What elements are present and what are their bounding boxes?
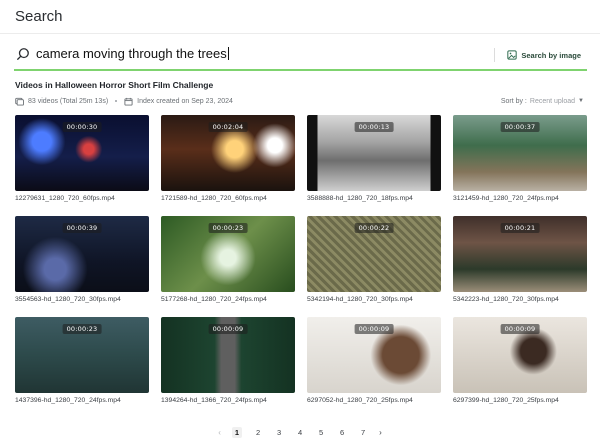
video-filename: 5177268-hd_1280_720_24fps.mp4 <box>161 296 267 303</box>
prev-page-button[interactable]: ‹ <box>218 428 221 437</box>
video-filename: 5342194-hd_1280_720_30fps.mp4 <box>307 296 413 303</box>
duration-badge: 00:00:09 <box>208 324 248 334</box>
video-thumbnail[interactable]: 00:00:09 <box>453 317 587 393</box>
page-header: Search <box>0 0 600 34</box>
video-filename: 6297399-hd_1280_720_25fps.mp4 <box>453 397 559 404</box>
duration-badge: 00:00:23 <box>208 223 248 233</box>
page-3-button[interactable]: 3 <box>274 428 284 437</box>
video-filename: 1394264-hd_1366_720_24fps.mp4 <box>161 397 267 404</box>
video-card[interactable]: 00:02:04 1721589-hd_1280_720_60fps.mp4 <box>161 115 295 202</box>
image-search-icon <box>507 50 518 60</box>
search-icon <box>17 48 29 60</box>
sort-value: Recent upload <box>529 97 576 105</box>
video-thumbnail[interactable]: 00:00:30 <box>15 115 149 191</box>
video-card[interactable]: 00:00:09 1394264-hd_1366_720_24fps.mp4 <box>161 317 295 404</box>
video-thumbnail[interactable]: 00:00:09 <box>161 317 295 393</box>
video-card[interactable]: 00:00:30 12279631_1280_720_60fps.mp4 <box>15 115 149 202</box>
duration-badge: 00:00:22 <box>354 223 394 233</box>
calendar-icon <box>124 97 133 106</box>
video-filename: 3121459-hd_1280_720_24fps.mp4 <box>453 195 559 202</box>
video-thumbnail[interactable]: 00:00:23 <box>161 216 295 292</box>
video-thumbnail[interactable]: 00:00:22 <box>307 216 441 292</box>
search-input[interactable]: camera moving through the trees <box>36 46 229 61</box>
video-card[interactable]: 00:00:39 3554563-hd_1280_720_30fps.mp4 <box>15 216 149 303</box>
duration-badge: 00:02:04 <box>208 122 248 132</box>
duration-badge: 00:00:37 <box>500 122 540 132</box>
chevron-down-icon: ▼ <box>578 98 584 104</box>
page-4-button[interactable]: 4 <box>295 428 305 437</box>
sort-dropdown[interactable]: Sort by : Recent upload ▼ <box>501 96 584 106</box>
sort-label: Sort by : <box>500 97 527 105</box>
search-by-image-label: Search by image <box>521 50 581 60</box>
meta-separator <box>115 100 118 102</box>
duration-badge: 00:00:13 <box>354 122 394 132</box>
page-7-button[interactable]: 7 <box>358 428 368 437</box>
video-card[interactable]: 00:00:37 3121459-hd_1280_720_24fps.mp4 <box>453 115 587 202</box>
video-thumbnail[interactable]: 00:00:09 <box>307 317 441 393</box>
video-card[interactable]: 00:00:21 5342223-hd_1280_720_30fps.mp4 <box>453 216 587 303</box>
video-count: 83 videos (Total 25m 13s) <box>28 97 109 105</box>
duration-badge: 00:00:21 <box>500 223 540 233</box>
duration-badge: 00:00:39 <box>62 223 102 233</box>
duration-badge: 00:00:30 <box>62 122 102 132</box>
video-filename: 6297052-hd_1280_720_25fps.mp4 <box>307 397 413 404</box>
search-divider <box>494 48 495 62</box>
video-filename: 3554563-hd_1280_720_30fps.mp4 <box>15 296 121 303</box>
video-card[interactable]: 00:00:09 6297052-hd_1280_720_25fps.mp4 <box>307 317 441 404</box>
duration-badge: 00:00:09 <box>500 324 540 334</box>
video-thumbnail[interactable]: 00:00:39 <box>15 216 149 292</box>
video-card[interactable]: 00:00:22 5342194-hd_1280_720_30fps.mp4 <box>307 216 441 303</box>
video-thumbnail[interactable]: 00:00:21 <box>453 216 587 292</box>
video-filename: 12279631_1280_720_60fps.mp4 <box>15 195 115 202</box>
video-thumbnail[interactable]: 00:02:04 <box>161 115 295 191</box>
page-1-button[interactable]: 1 <box>231 426 243 438</box>
video-card[interactable]: 00:00:23 5177268-hd_1280_720_24fps.mp4 <box>161 216 295 303</box>
video-filename: 5342223-hd_1280_720_30fps.mp4 <box>453 296 559 303</box>
page-5-button[interactable]: 5 <box>316 428 326 437</box>
index-meta: 83 videos (Total 25m 13s) Index created … <box>15 96 233 106</box>
video-thumbnail[interactable]: 00:00:23 <box>15 317 149 393</box>
next-page-button[interactable]: › <box>379 428 382 437</box>
page-6-button[interactable]: 6 <box>337 428 347 437</box>
index-title: Videos in Halloween Horror Short Film Ch… <box>15 80 214 90</box>
videos-icon <box>15 97 24 106</box>
video-card[interactable]: 00:00:23 1437396-hd_1280_720_24fps.mp4 <box>15 317 149 404</box>
video-card[interactable]: 00:00:09 6297399-hd_1280_720_25fps.mp4 <box>453 317 587 404</box>
video-thumbnail[interactable]: 00:00:37 <box>453 115 587 191</box>
page-title: Search <box>15 8 63 25</box>
duration-badge: 00:00:23 <box>62 324 102 334</box>
search-bar[interactable]: camera moving through the trees Search b… <box>14 43 587 71</box>
index-created-date: Index created on Sep 23, 2024 <box>137 97 233 105</box>
search-by-image-button[interactable]: Search by image <box>507 47 581 63</box>
duration-badge: 00:00:09 <box>354 324 394 334</box>
video-thumbnail[interactable]: 00:00:13 <box>307 115 441 191</box>
video-filename: 3588888-hd_1280_720_18fps.mp4 <box>307 195 413 202</box>
video-card[interactable]: 00:00:13 3588888-hd_1280_720_18fps.mp4 <box>307 115 441 202</box>
page-2-button[interactable]: 2 <box>253 428 263 437</box>
pagination: ‹ 1 2 3 4 5 6 7 › <box>0 426 600 438</box>
video-filename: 1437396-hd_1280_720_24fps.mp4 <box>15 397 121 404</box>
video-filename: 1721589-hd_1280_720_60fps.mp4 <box>161 195 267 202</box>
